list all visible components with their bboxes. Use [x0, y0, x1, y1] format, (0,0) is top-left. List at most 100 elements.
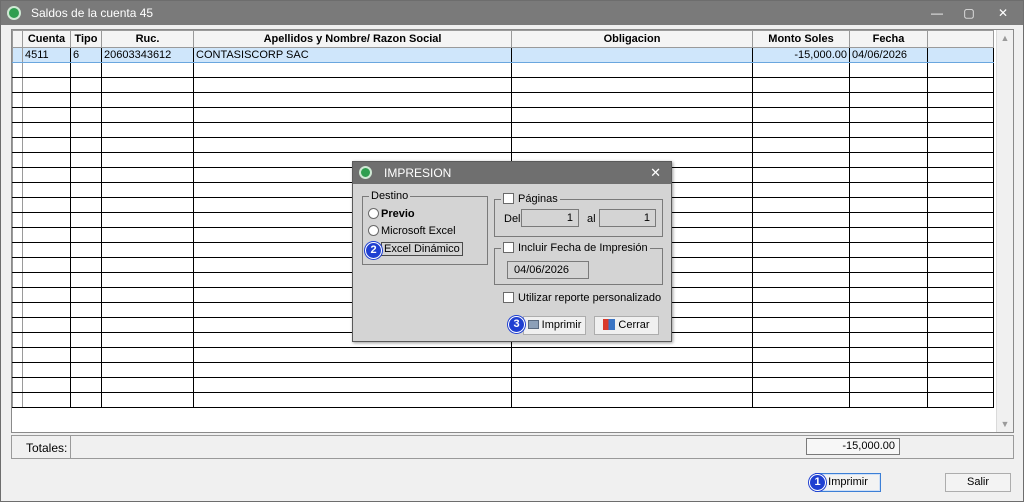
grid-cell[interactable]: [101, 242, 194, 258]
grid-cell[interactable]: [22, 137, 71, 153]
grid-cell[interactable]: [101, 287, 194, 303]
grid-cell[interactable]: [70, 212, 102, 228]
fecha-checkbox[interactable]: [503, 242, 514, 253]
grid-cell[interactable]: [927, 197, 994, 213]
grid-cell[interactable]: [752, 392, 850, 408]
grid-cell[interactable]: [101, 182, 194, 198]
cell-ruc[interactable]: 20603343612: [101, 47, 194, 63]
grid-cell[interactable]: [193, 392, 512, 408]
grid-cell[interactable]: [101, 227, 194, 243]
grid-cell[interactable]: [193, 77, 512, 93]
grid-cell[interactable]: [101, 212, 194, 228]
grid-cell[interactable]: [752, 182, 850, 198]
grid-cell[interactable]: [849, 257, 928, 273]
grid-cell[interactable]: [752, 257, 850, 273]
cell-monto-soles[interactable]: -15,000.00: [752, 47, 850, 63]
grid-cell[interactable]: [752, 332, 850, 348]
grid-cell[interactable]: [927, 77, 994, 93]
grid-cell[interactable]: [70, 257, 102, 273]
row-selector[interactable]: [12, 347, 23, 363]
grid-cell[interactable]: [22, 317, 71, 333]
grid-cell[interactable]: [22, 377, 71, 393]
grid-cell[interactable]: [849, 287, 928, 303]
grid-cell[interactable]: [22, 272, 71, 288]
grid-cell[interactable]: [927, 107, 994, 123]
grid-cell[interactable]: [849, 242, 928, 258]
grid-cell[interactable]: [849, 62, 928, 78]
grid-cell[interactable]: [511, 377, 753, 393]
grid-cell[interactable]: [22, 62, 71, 78]
col-header-obligacion[interactable]: Obligacion: [511, 30, 753, 48]
grid-cell[interactable]: [849, 362, 928, 378]
row-selector[interactable]: [12, 257, 23, 273]
row-selector[interactable]: [12, 272, 23, 288]
grid-cell[interactable]: [70, 77, 102, 93]
grid-cell[interactable]: [511, 392, 753, 408]
row-selector[interactable]: [12, 92, 23, 108]
grid-cell[interactable]: [193, 347, 512, 363]
radio-previo[interactable]: Previo: [368, 208, 415, 222]
radio-icon[interactable]: [368, 225, 379, 236]
grid-cell[interactable]: [22, 242, 71, 258]
grid-cell[interactable]: [101, 317, 194, 333]
grid-cell[interactable]: [927, 182, 994, 198]
row-selector[interactable]: [12, 152, 23, 168]
grid-cell[interactable]: [927, 347, 994, 363]
table-row-empty[interactable]: [12, 77, 994, 93]
grid-cell[interactable]: [22, 152, 71, 168]
grid-cell[interactable]: [101, 122, 194, 138]
row-selector[interactable]: [12, 122, 23, 138]
table-row-empty[interactable]: [12, 137, 994, 153]
grid-cell[interactable]: [70, 182, 102, 198]
grid-cell[interactable]: [101, 302, 194, 318]
grid-cell[interactable]: [101, 152, 194, 168]
grid-cell[interactable]: [193, 62, 512, 78]
grid-cell[interactable]: [22, 257, 71, 273]
grid-cell[interactable]: [22, 332, 71, 348]
grid-cell[interactable]: [70, 197, 102, 213]
col-header-fecha[interactable]: Fecha: [849, 30, 928, 48]
grid-cell[interactable]: [22, 197, 71, 213]
grid-cell[interactable]: [752, 317, 850, 333]
row-selector[interactable]: [12, 317, 23, 333]
grid-cell[interactable]: [752, 92, 850, 108]
dialog-print-button[interactable]: Imprimir: [523, 316, 586, 335]
grid-cell[interactable]: [511, 122, 753, 138]
grid-cell[interactable]: [849, 332, 928, 348]
grid-cell[interactable]: [927, 257, 994, 273]
grid-cell[interactable]: [70, 332, 102, 348]
row-selector[interactable]: [12, 47, 23, 63]
col-header-tipo[interactable]: Tipo: [70, 30, 102, 48]
grid-cell[interactable]: [927, 302, 994, 318]
grid-cell[interactable]: [22, 362, 71, 378]
grid-cell[interactable]: [101, 272, 194, 288]
grid-cell[interactable]: [752, 362, 850, 378]
grid-cell[interactable]: [70, 392, 102, 408]
grid-cell[interactable]: [752, 227, 850, 243]
grid-cell[interactable]: [70, 347, 102, 363]
grid-cell[interactable]: [22, 392, 71, 408]
grid-cell[interactable]: [511, 107, 753, 123]
grid-cell[interactable]: [101, 77, 194, 93]
scroll-up-icon[interactable]: ▲: [997, 30, 1013, 46]
grid-cell[interactable]: [752, 137, 850, 153]
grid-cell[interactable]: [193, 137, 512, 153]
grid-cell[interactable]: [752, 287, 850, 303]
grid-cell[interactable]: [752, 242, 850, 258]
grid-cell[interactable]: [70, 137, 102, 153]
cell-razon-social[interactable]: CONTASISCORP SAC: [193, 47, 512, 63]
grid-cell[interactable]: [70, 302, 102, 318]
grid-cell[interactable]: [511, 347, 753, 363]
row-selector[interactable]: [12, 287, 23, 303]
exit-button[interactable]: Salir: [945, 473, 1011, 492]
grid-cell[interactable]: [927, 122, 994, 138]
grid-cell[interactable]: [849, 167, 928, 183]
grid-cell[interactable]: [927, 377, 994, 393]
table-row-empty[interactable]: [12, 377, 994, 393]
grid-cell[interactable]: [849, 227, 928, 243]
close-icon[interactable]: ✕: [988, 3, 1018, 23]
grid-cell[interactable]: [70, 92, 102, 108]
row-selector[interactable]: [12, 107, 23, 123]
personalizado-checkbox-row[interactable]: Utilizar reporte personalizado: [503, 292, 661, 304]
grid-cell[interactable]: [849, 347, 928, 363]
